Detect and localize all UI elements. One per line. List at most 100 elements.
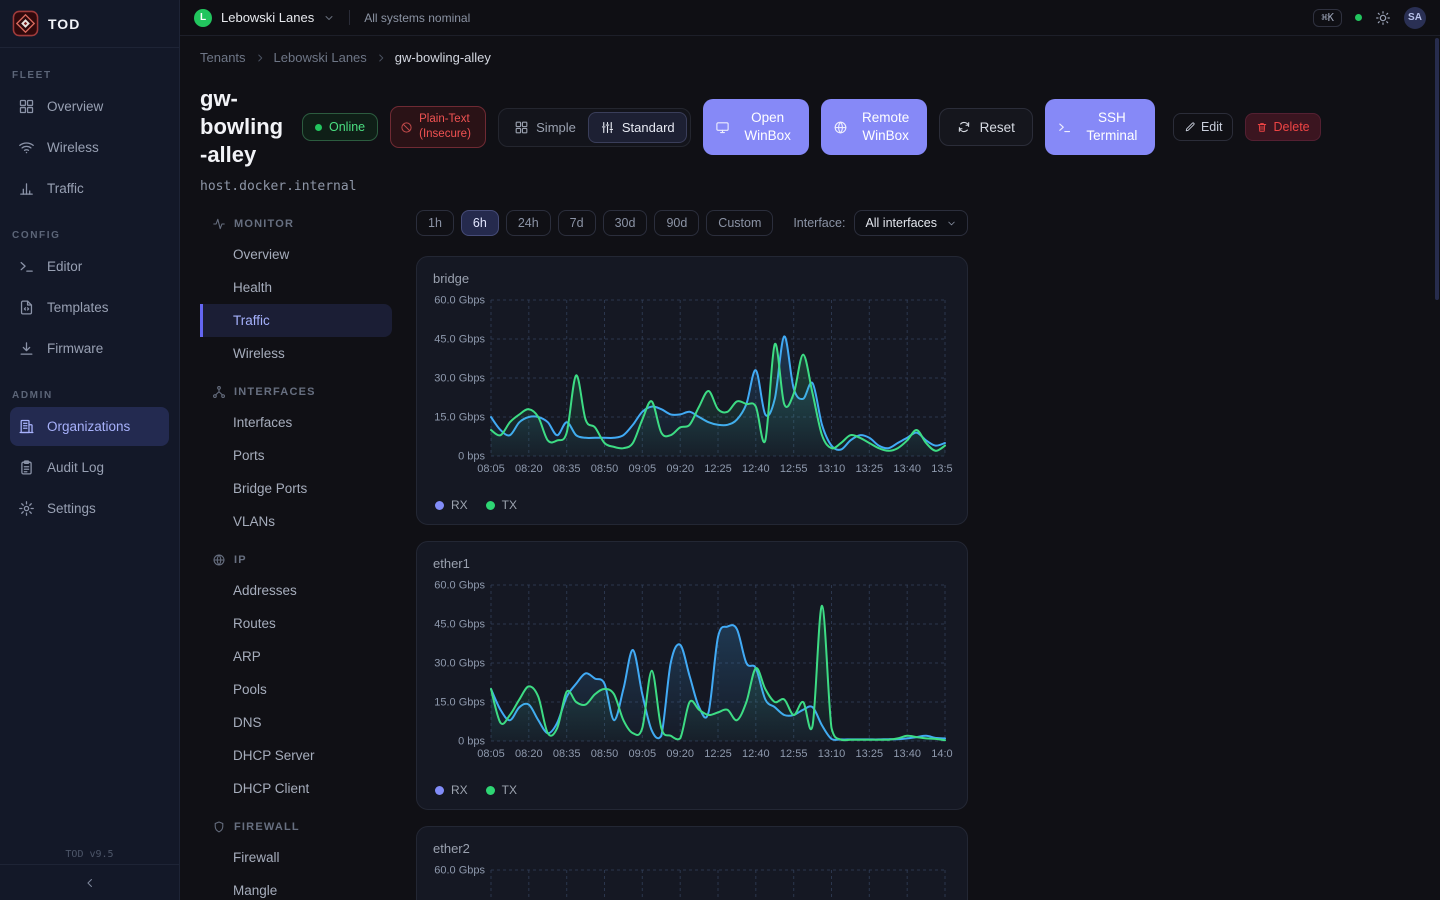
range-chip-6h[interactable]: 6h xyxy=(461,210,499,236)
ssh-terminal-button[interactable]: SSH Terminal xyxy=(1045,99,1155,155)
svg-text:08:20: 08:20 xyxy=(515,748,543,760)
svg-text:45.0 Gbps: 45.0 Gbps xyxy=(434,334,485,346)
page-scrollbar[interactable] xyxy=(1435,38,1439,300)
activity-icon xyxy=(212,217,226,231)
network-icon xyxy=(212,385,226,399)
view-mode-segmented: Simple Standard xyxy=(498,108,691,147)
online-dot-icon xyxy=(315,124,322,131)
remote-winbox-button[interactable]: Remote WinBox xyxy=(821,99,927,155)
tenant-switcher[interactable]: L Lebowski Lanes xyxy=(194,9,335,27)
subnav-item-vlans[interactable]: VLANs xyxy=(200,505,392,538)
subnav-item-arp[interactable]: ARP xyxy=(200,640,392,673)
sidebar-item-firmware[interactable]: Firmware xyxy=(10,329,169,368)
sidebar-nav: FLEETOverviewWirelessTrafficCONFIGEditor… xyxy=(0,70,179,528)
wifi-icon xyxy=(18,139,35,156)
interface-select[interactable]: All interfaces xyxy=(854,210,968,236)
svg-text:45.0 Gbps: 45.0 Gbps xyxy=(434,619,485,631)
svg-text:15.0 Gbps: 15.0 Gbps xyxy=(434,412,485,424)
device-host: host.docker.internal xyxy=(200,179,1420,194)
subnav-item-overview[interactable]: Overview xyxy=(200,238,392,271)
sidebar-item-traffic[interactable]: Traffic xyxy=(10,169,169,208)
subnav-item-ports[interactable]: Ports xyxy=(200,439,392,472)
sidebar-item-templates[interactable]: Templates xyxy=(10,288,169,327)
command-palette-shortcut[interactable]: ⌘K xyxy=(1313,9,1342,27)
legend-item-tx: TX xyxy=(486,498,517,512)
breadcrumb-item[interactable]: Lebowski Lanes xyxy=(274,50,367,65)
legend-item-rx: RX xyxy=(435,783,468,797)
edit-button[interactable]: Edit xyxy=(1173,113,1234,141)
subnav-item-firewall[interactable]: Firewall xyxy=(200,841,392,874)
svg-text:12:25: 12:25 xyxy=(704,463,732,475)
subnav-item-dhcp-server[interactable]: DHCP Server xyxy=(200,739,392,772)
grid-icon xyxy=(18,98,35,115)
theme-toggle-icon[interactable] xyxy=(1375,10,1391,26)
svg-text:13:40: 13:40 xyxy=(893,463,921,475)
chevron-right-icon xyxy=(375,52,387,64)
traffic-chart: 0 bps15.0 Gbps30.0 Gbps45.0 Gbps60.0 Gbp… xyxy=(433,577,953,775)
trash-icon xyxy=(1256,121,1268,133)
sidebar-item-overview[interactable]: Overview xyxy=(10,87,169,126)
svg-text:08:50: 08:50 xyxy=(591,748,619,760)
chevron-down-icon xyxy=(946,218,957,229)
range-chip-90d[interactable]: 90d xyxy=(654,210,699,236)
subnav-section: INTERFACESInterfacesPortsBridge PortsVLA… xyxy=(200,378,392,538)
subnav-item-interfaces[interactable]: Interfaces xyxy=(200,406,392,439)
user-avatar[interactable]: SA xyxy=(1404,7,1426,29)
subnav-item-dns[interactable]: DNS xyxy=(200,706,392,739)
sidebar-item-editor[interactable]: Editor xyxy=(10,247,169,286)
terminal-icon xyxy=(18,258,35,275)
subnav-section-header: FIREWALL xyxy=(200,813,392,841)
time-range-group: 1h 6h 24h 7d 30d90d Custom xyxy=(416,210,773,236)
interface-filter: Interface: All interfaces xyxy=(793,210,968,236)
subnav-item-dhcp-client[interactable]: DHCP Client xyxy=(200,772,392,805)
svg-text:13:25: 13:25 xyxy=(856,748,884,760)
sidebar-item-wireless[interactable]: Wireless xyxy=(10,128,169,167)
svg-text:12:25: 12:25 xyxy=(704,748,732,760)
view-mode-simple[interactable]: Simple xyxy=(502,112,588,143)
view-mode-standard[interactable]: Standard xyxy=(588,112,687,143)
subnav-item-health[interactable]: Health xyxy=(200,271,392,304)
pencil-icon xyxy=(1184,121,1196,133)
legend-item-rx: RX xyxy=(435,498,468,512)
range-chip-7d[interactable]: 7d xyxy=(558,210,596,236)
range-chip-custom[interactable]: Custom xyxy=(706,210,773,236)
chart-title: ether2 xyxy=(433,841,951,856)
logo-row: TOD xyxy=(0,0,179,48)
subnav-item-bridge-ports[interactable]: Bridge Ports xyxy=(200,472,392,505)
system-status-text: All systems nominal xyxy=(364,11,470,25)
subnav-item-routes[interactable]: Routes xyxy=(200,607,392,640)
open-winbox-button[interactable]: Open WinBox xyxy=(703,99,809,155)
subnav-item-mangle[interactable]: Mangle xyxy=(200,874,392,900)
svg-text:08:20: 08:20 xyxy=(515,463,543,475)
subnav-item-traffic[interactable]: Traffic xyxy=(200,304,392,337)
svg-text:60.0 Gbps: 60.0 Gbps xyxy=(434,580,485,592)
subnav-item-addresses[interactable]: Addresses xyxy=(200,574,392,607)
grid-icon xyxy=(514,120,529,135)
delete-button[interactable]: Delete xyxy=(1245,113,1320,141)
clipboard-icon xyxy=(18,459,35,476)
range-chip-30d[interactable]: 30d xyxy=(603,210,648,236)
breadcrumb-item[interactable]: Tenants xyxy=(200,50,246,65)
range-chip-1h[interactable]: 1h xyxy=(416,210,454,236)
sidebar-item-audit-log[interactable]: Audit Log xyxy=(10,448,169,487)
sidebar-collapse-button[interactable] xyxy=(0,864,179,900)
svg-text:09:20: 09:20 xyxy=(666,748,694,760)
reset-button[interactable]: Reset xyxy=(939,108,1033,146)
svg-text:60.0 Gbps: 60.0 Gbps xyxy=(434,865,485,877)
sidebar-item-organizations[interactable]: Organizations xyxy=(10,407,169,446)
chart-card-ether1: ether10 bps15.0 Gbps30.0 Gbps45.0 Gbps60… xyxy=(416,541,968,810)
sliders-icon xyxy=(600,120,615,135)
svg-text:0 bps: 0 bps xyxy=(458,451,485,463)
legend-item-tx: TX xyxy=(486,783,517,797)
chart-cards: bridge0 bps15.0 Gbps30.0 Gbps45.0 Gbps60… xyxy=(416,256,968,900)
sidebar-item-settings[interactable]: Settings xyxy=(10,489,169,528)
range-chip-24h[interactable]: 24h xyxy=(506,210,551,236)
sidebar-section-label: ADMIN xyxy=(0,390,179,401)
device-subnav: MONITOROverviewHealthTrafficWireless INTE… xyxy=(200,210,392,900)
subnav-item-wireless[interactable]: Wireless xyxy=(200,337,392,370)
gear-icon xyxy=(18,500,35,517)
bar-chart-icon xyxy=(18,180,35,197)
subnav-section-header: MONITOR xyxy=(200,210,392,238)
subnav-item-pools[interactable]: Pools xyxy=(200,673,392,706)
legend-dot-icon xyxy=(486,501,495,510)
